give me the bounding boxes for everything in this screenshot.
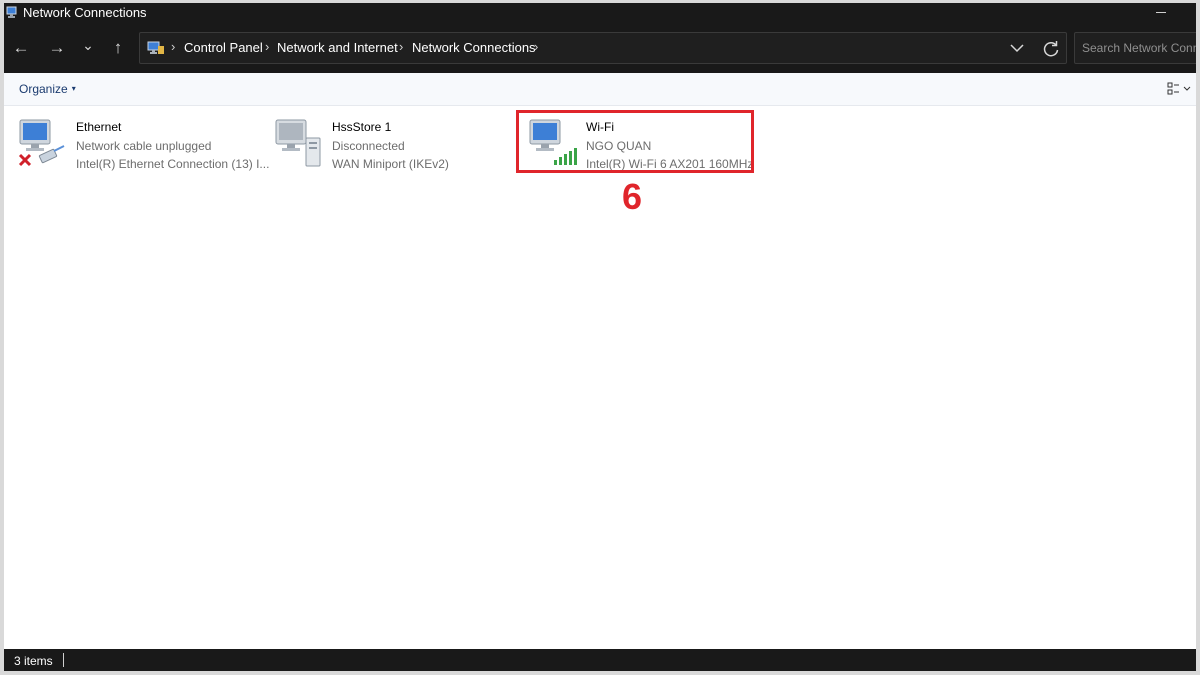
item-count: 3 items: [14, 654, 53, 668]
breadcrumb-separator: ›: [534, 39, 539, 54]
title-bar: Network Connections: [4, 3, 1196, 23]
network-connections-app-icon: [6, 6, 17, 18]
breadcrumb-network-connections[interactable]: Network Connections: [412, 40, 536, 55]
step-number-annotation: 6: [622, 176, 643, 217]
connection-name: Wi-Fi: [586, 120, 614, 134]
connection-ethernet[interactable]: Ethernet Network cable unplugged Intel(R…: [8, 110, 269, 174]
dropdown-caret-icon: ▾: [71, 84, 76, 93]
navigation-bar: ← → ⌄ ↑ › Control Panel › Network and In…: [4, 23, 1196, 73]
up-button[interactable]: ↑: [107, 37, 129, 59]
back-button[interactable]: ←: [10, 37, 32, 59]
organize-menu-button[interactable]: Organize ▾: [19, 82, 76, 96]
ethernet-adapter-icon: [18, 119, 65, 167]
address-bar[interactable]: › Control Panel › Network and Internet ›…: [139, 32, 1067, 64]
back-arrow-icon: ←: [12, 38, 30, 57]
vpn-adapter-icon: [275, 119, 321, 167]
up-arrow-icon: ↑: [113, 38, 123, 57]
connection-device: Intel(R) Wi-Fi 6 AX201 160MHz: [586, 157, 754, 171]
minimize-button[interactable]: [1148, 5, 1174, 19]
breadcrumb-control-panel[interactable]: Control Panel: [184, 40, 263, 55]
status-bar: 3 items: [4, 649, 1196, 671]
breadcrumb-separator: ›: [399, 39, 404, 54]
control-panel-icon: [147, 41, 164, 54]
connection-name: HssStore 1: [332, 120, 392, 134]
search-input[interactable]: [1074, 32, 1196, 64]
connection-name: Ethernet: [76, 120, 122, 134]
breadcrumb-separator: ›: [265, 39, 270, 54]
connection-wi-fi[interactable]: Wi-Fi NGO QUAN Intel(R) Wi-Fi 6 AX201 16…: [518, 110, 758, 174]
recent-locations-button[interactable]: ⌄: [77, 34, 99, 56]
change-view-icon[interactable]: [1167, 81, 1191, 97]
status-divider: [63, 653, 64, 667]
connections-list: Ethernet Network cable unplugged Intel(R…: [4, 106, 1196, 647]
forward-arrow-icon: →: [48, 38, 66, 57]
connection-status: NGO QUAN: [586, 139, 652, 153]
wifi-adapter-icon: [529, 119, 577, 165]
command-toolbar: Organize ▾: [4, 73, 1196, 106]
connection-device: Intel(R) Ethernet Connection (13) I...: [76, 157, 270, 171]
connection-status: Disconnected: [332, 139, 405, 153]
connection-hssstore-1[interactable]: HssStore 1 Disconnected WAN Miniport (IK…: [264, 110, 514, 174]
address-history-chevron-icon[interactable]: [1008, 39, 1026, 57]
network-connections-window: Network Connections ← → ⌄ ↑ › Control Pa…: [4, 3, 1196, 671]
forward-button[interactable]: →: [46, 37, 68, 59]
refresh-icon[interactable]: [1040, 38, 1062, 60]
organize-label: Organize: [19, 82, 68, 96]
connection-status: Network cable unplugged: [76, 139, 212, 153]
breadcrumb-separator: ›: [171, 39, 176, 54]
chevron-down-icon: ⌄: [82, 37, 94, 53]
breadcrumb-network-and-internet[interactable]: Network and Internet: [277, 40, 398, 55]
connection-device: WAN Miniport (IKEv2): [332, 157, 449, 171]
window-title: Network Connections: [23, 5, 147, 20]
